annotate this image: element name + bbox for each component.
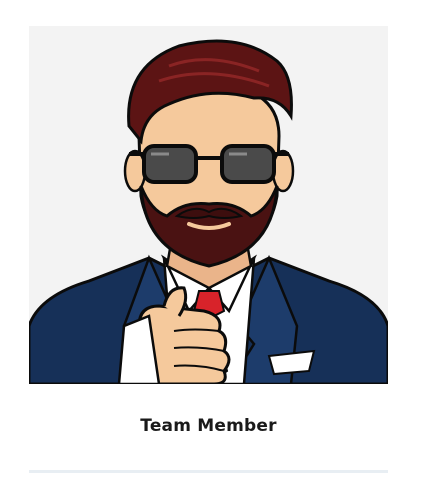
avatar-illustration	[29, 26, 388, 384]
card-divider	[29, 470, 388, 473]
team-member-photo[interactable]	[29, 26, 388, 384]
member-name: Team Member	[140, 416, 277, 436]
team-member-card: Team Member	[0, 0, 421, 502]
